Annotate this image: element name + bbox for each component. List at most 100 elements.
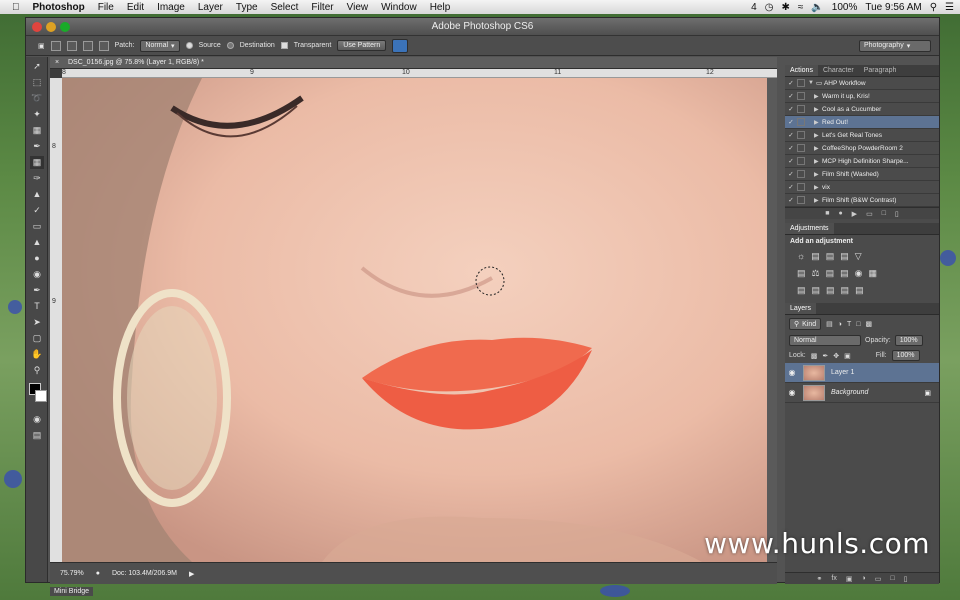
new-selection-icon[interactable] <box>50 40 61 51</box>
destination-radio[interactable] <box>226 42 234 49</box>
marquee-tool-icon[interactable]: ⬚ <box>30 76 44 89</box>
expand-icon[interactable]: ▶ <box>814 119 822 126</box>
expand-icon[interactable]: ▼ <box>808 80 816 86</box>
filter-kind-select[interactable]: ⚲ Kind <box>789 318 822 330</box>
curves-icon[interactable]: ▤ <box>826 251 835 262</box>
time-machine-icon[interactable]: ◷ <box>765 2 774 13</box>
trash-icon[interactable]: ▯ <box>904 575 908 583</box>
action-row[interactable]: ✓ ▶ Let's Get Real Tones <box>785 129 939 142</box>
lock-transparent-icon[interactable]: ▩ <box>811 352 818 360</box>
visibility-eye-icon[interactable]: ◉ <box>785 368 799 377</box>
color-lookup-icon[interactable]: ▦ <box>868 268 877 279</box>
menu-type[interactable]: Type <box>236 2 258 13</box>
new-adjustment-icon[interactable]: ◑ <box>862 575 866 582</box>
pen-tool-icon[interactable]: ✒ <box>30 284 44 297</box>
posterize-icon[interactable]: ▤ <box>812 285 821 296</box>
tab-character[interactable]: Character <box>818 65 859 76</box>
notification-icon[interactable]: ☰ <box>945 2 954 13</box>
layer-row-background[interactable]: ◉ Background ▣ <box>785 383 939 403</box>
brightness-icon[interactable]: ☼ <box>797 251 805 262</box>
tab-paragraph[interactable]: Paragraph <box>859 65 902 76</box>
expand-icon[interactable]: ▶ <box>814 184 822 191</box>
fill-input[interactable]: 100% <box>891 350 920 361</box>
menu-photoshop[interactable]: Photoshop <box>33 2 85 13</box>
crop-tool-icon[interactable]: ▦ <box>30 124 44 137</box>
zoom-level[interactable]: 75.79% <box>60 570 84 577</box>
opacity-input[interactable]: 100% <box>894 335 923 346</box>
action-row[interactable]: ✓ ▶ Cool as a Cucumber <box>785 103 939 116</box>
move-tool-icon[interactable]: ➚ <box>30 60 44 73</box>
patch-tool-icon[interactable]: ▦ <box>30 156 44 169</box>
eyedropper-tool-icon[interactable]: ✒ <box>30 140 44 153</box>
fx-icon[interactable]: fx <box>831 575 836 582</box>
toggle-dialog-icon[interactable] <box>797 131 805 139</box>
tab-actions[interactable]: Actions <box>785 65 818 76</box>
wifi-icon[interactable]: ≈ <box>798 2 804 13</box>
stamp-tool-icon[interactable]: ▲ <box>30 188 44 201</box>
blur-tool-icon[interactable]: ● <box>30 252 44 265</box>
document-tab[interactable]: × DSC_0156.jpg @ 75.8% (Layer 1, RGB/8) … <box>50 57 777 69</box>
menu-filter[interactable]: Filter <box>311 2 333 13</box>
expand-icon[interactable]: ▶ <box>814 145 822 152</box>
toggle-dialog-icon[interactable] <box>797 170 805 178</box>
tab-layers[interactable]: Layers <box>785 303 817 314</box>
action-row[interactable]: ✓ ▶ MCP High Definition Sharpe... <box>785 155 939 168</box>
transparent-checkbox[interactable] <box>280 42 288 49</box>
channel-mixer-icon[interactable]: ◉ <box>855 268 863 279</box>
color-balance-icon[interactable]: ⚖ <box>812 268 820 279</box>
screen-mode-icon[interactable]: ▤ <box>30 429 44 442</box>
toggle-dialog-icon[interactable] <box>797 183 805 191</box>
action-row[interactable]: ✓ ▶ vix <box>785 181 939 194</box>
toggle-dialog-icon[interactable] <box>797 196 805 204</box>
action-row[interactable]: ✓ ▶ CoffeeShop PowderRoom 2 <box>785 142 939 155</box>
bluetooth-icon[interactable]: ✱ <box>781 2 789 13</box>
play-icon[interactable]: ▶ <box>852 210 857 218</box>
lasso-tool-icon[interactable]: ➰ <box>30 92 44 105</box>
shape-filter-icon[interactable]: □ <box>856 321 860 328</box>
pixel-filter-icon[interactable]: ▤ <box>826 320 833 328</box>
volume-icon[interactable]: 🔈 <box>811 2 823 13</box>
new-group-icon[interactable]: ▭ <box>875 575 882 583</box>
clock[interactable]: Tue 9:56 AM <box>865 2 921 13</box>
pattern-picker-icon[interactable] <box>392 38 409 53</box>
link-layers-icon[interactable]: ⚭ <box>817 575 823 583</box>
vibrance-icon[interactable]: ▽ <box>855 251 862 262</box>
new-set-icon[interactable]: ▭ <box>866 210 873 218</box>
trash-icon[interactable]: ▯ <box>895 210 899 218</box>
menu-help[interactable]: Help <box>430 2 451 13</box>
action-row[interactable]: ✓ ▼ ▭ AHP Workflow <box>785 77 939 90</box>
adjustment-filter-icon[interactable]: ◑ <box>838 321 842 328</box>
expand-icon[interactable]: ▶ <box>814 197 822 204</box>
expand-icon[interactable]: ▶ <box>814 171 822 178</box>
toggle-dialog-icon[interactable] <box>797 144 805 152</box>
toggle-dialog-icon[interactable] <box>797 92 805 100</box>
add-mask-icon[interactable]: ▣ <box>846 575 853 583</box>
source-radio[interactable] <box>185 42 193 49</box>
exposure-icon[interactable]: ▤ <box>840 251 849 262</box>
apple-icon[interactable]:  <box>12 2 20 13</box>
zoom-tool-icon[interactable]: ⚲ <box>30 364 44 377</box>
path-select-tool-icon[interactable]: ➤ <box>30 316 44 329</box>
hand-tool-icon[interactable]: ✋ <box>30 348 44 361</box>
mini-bridge-tab[interactable]: Mini Bridge <box>50 587 94 596</box>
menu-select[interactable]: Select <box>271 2 299 13</box>
patch-mode-select[interactable]: Normal ▾ <box>140 39 180 52</box>
subtract-selection-icon[interactable] <box>82 40 93 51</box>
layer-row-layer-1[interactable]: ◉ Layer 1 <box>785 363 939 383</box>
type-tool-icon[interactable]: T <box>30 300 44 313</box>
action-row[interactable]: ✓ ▶ Film Shift (Washed) <box>785 168 939 181</box>
battery-label[interactable]: 100% <box>832 2 858 13</box>
menu-file[interactable]: File <box>98 2 114 13</box>
menu-edit[interactable]: Edit <box>127 2 144 13</box>
record-icon[interactable]: ● <box>838 210 842 217</box>
toggle-dialog-icon[interactable] <box>797 105 805 113</box>
history-brush-icon[interactable]: ✓ <box>30 204 44 217</box>
add-selection-icon[interactable] <box>66 40 77 51</box>
new-layer-icon[interactable]: □ <box>890 575 894 582</box>
tab-adjustments[interactable]: Adjustments <box>785 223 834 234</box>
toggle-dialog-icon[interactable] <box>797 79 805 87</box>
expand-icon[interactable]: ▶ <box>814 158 822 165</box>
invert-icon[interactable]: ▤ <box>797 285 806 296</box>
selective-color-icon[interactable]: ▤ <box>855 285 864 296</box>
intersect-selection-icon[interactable] <box>98 40 109 51</box>
